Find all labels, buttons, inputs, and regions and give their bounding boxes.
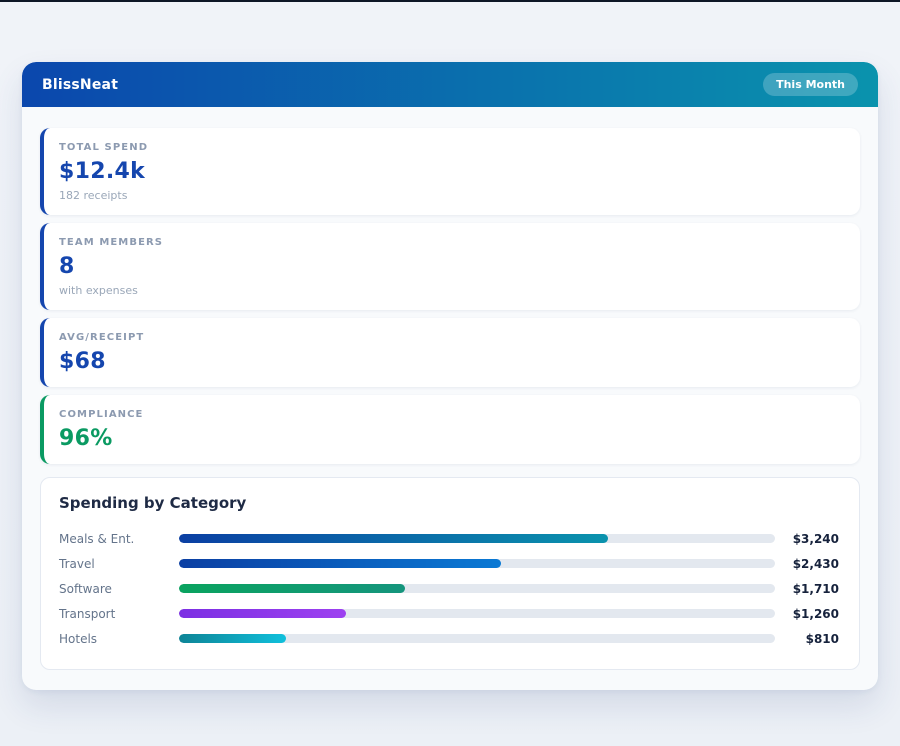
bar-track <box>179 609 775 618</box>
dashboard-content: TOTAL SPEND $12.4k 182 receipts TEAM MEM… <box>22 107 878 690</box>
chart-rows: Meals & Ent. $3,240 Travel $2,430 Softwa… <box>59 526 839 651</box>
category-label: Transport <box>59 607 179 621</box>
bar-fill <box>179 634 286 643</box>
chart-title: Spending by Category <box>59 494 839 512</box>
bar-track <box>179 534 775 543</box>
stat-value: 8 <box>59 254 842 279</box>
category-label: Meals & Ent. <box>59 532 179 546</box>
category-value: $1,260 <box>775 607 839 621</box>
chart-row: Hotels $810 <box>59 626 839 651</box>
stat-card: AVG/RECEIPT $68 <box>40 318 860 387</box>
bar-fill <box>179 584 405 593</box>
stats-section: TOTAL SPEND $12.4k 182 receipts TEAM MEM… <box>40 128 860 464</box>
category-value: $1,710 <box>775 582 839 596</box>
app-header: BlissNeat This Month <box>22 62 878 107</box>
stat-value: $12.4k <box>59 159 842 184</box>
bar-track <box>179 634 775 643</box>
chart-row: Travel $2,430 <box>59 551 839 576</box>
category-label: Software <box>59 582 179 596</box>
stat-value: 96% <box>59 426 842 451</box>
stat-value: $68 <box>59 349 842 374</box>
app-title: BlissNeat <box>42 77 118 93</box>
dashboard-card: BlissNeat This Month TOTAL SPEND $12.4k … <box>22 62 878 690</box>
stat-card: COMPLIANCE 96% <box>40 395 860 464</box>
bar-fill <box>179 534 608 543</box>
page-background: BlissNeat This Month TOTAL SPEND $12.4k … <box>0 2 900 690</box>
spending-chart-card: Spending by Category Meals & Ent. $3,240… <box>40 477 860 670</box>
bar-fill <box>179 609 346 618</box>
chart-row: Transport $1,260 <box>59 601 839 626</box>
bar-track <box>179 584 775 593</box>
category-label: Travel <box>59 557 179 571</box>
chart-row: Software $1,710 <box>59 576 839 601</box>
stat-label: TOTAL SPEND <box>59 142 842 153</box>
stat-label: COMPLIANCE <box>59 409 842 420</box>
category-value: $810 <box>775 632 839 646</box>
stat-subtext: 182 receipts <box>59 189 842 202</box>
category-value: $3,240 <box>775 532 839 546</box>
stat-card: TOTAL SPEND $12.4k 182 receipts <box>40 128 860 215</box>
category-value: $2,430 <box>775 557 839 571</box>
stat-card: TEAM MEMBERS 8 with expenses <box>40 223 860 310</box>
stat-label: TEAM MEMBERS <box>59 237 842 248</box>
stat-label: AVG/RECEIPT <box>59 332 842 343</box>
bar-track <box>179 559 775 568</box>
chart-row: Meals & Ent. $3,240 <box>59 526 839 551</box>
bar-fill <box>179 559 501 568</box>
stat-subtext: with expenses <box>59 284 842 297</box>
category-label: Hotels <box>59 632 179 646</box>
period-badge[interactable]: This Month <box>763 73 858 96</box>
